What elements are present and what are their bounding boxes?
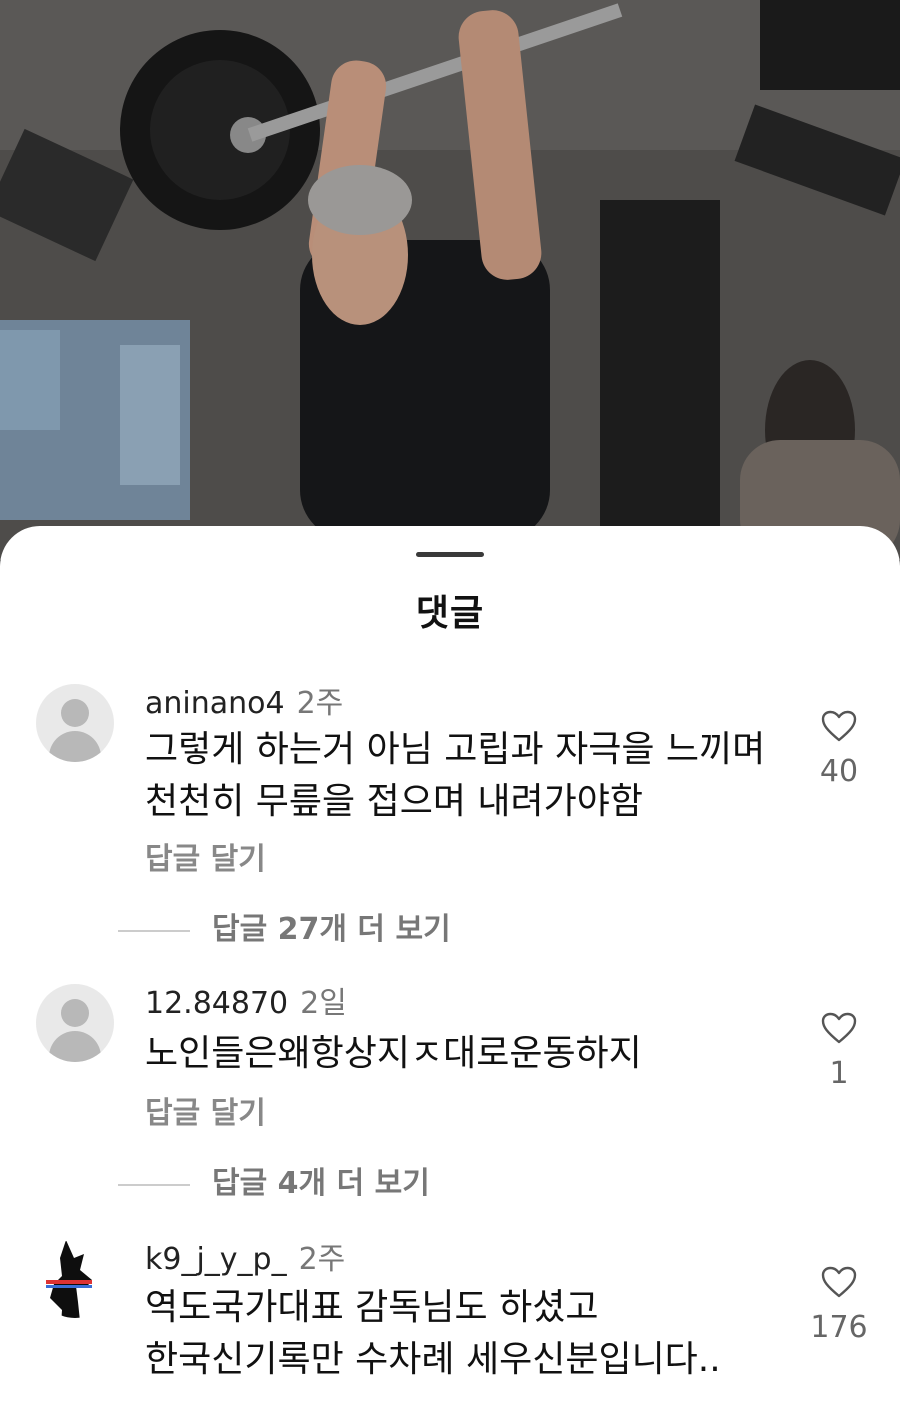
like-count: 40 bbox=[819, 754, 859, 789]
avatar[interactable] bbox=[36, 1240, 114, 1318]
post-photo bbox=[0, 0, 900, 560]
comment-line: 천천히 무릎을 접으며 내려가야함 bbox=[145, 781, 644, 822]
heart-icon bbox=[821, 710, 857, 742]
gym-photo-illustration bbox=[0, 0, 900, 560]
drag-handle[interactable] bbox=[416, 552, 484, 557]
heart-icon bbox=[821, 1266, 857, 1298]
avatar[interactable] bbox=[36, 984, 114, 1062]
comment-time: 2일 bbox=[300, 986, 347, 1021]
view-replies-button[interactable]: 답글 4개 더 보기 bbox=[118, 1158, 430, 1202]
comment-line: 한국신기록만 수차례 세우신분입니다.. bbox=[145, 1339, 721, 1380]
comment-text: 역도국가대표 감독님도 하셨고 한국신기록만 수차례 세우신분입니다.. bbox=[145, 1282, 721, 1386]
dog-silhouette-icon bbox=[46, 1240, 92, 1318]
comment-username[interactable]: k9_j_y_p_ 2주 bbox=[145, 1234, 345, 1278]
reply-button[interactable]: 답글 달기 bbox=[145, 834, 266, 878]
username[interactable]: 12.84870 bbox=[145, 986, 288, 1021]
like-count: 176 bbox=[810, 1310, 868, 1345]
comment-text: 그렇게 하는거 아님 고립과 자극을 느끼며 천천히 무릎을 접으며 내려가야함 bbox=[145, 724, 765, 828]
comment-line: 역도국가대표 감독님도 하셨고 bbox=[145, 1287, 599, 1328]
heart-icon bbox=[821, 1012, 857, 1044]
comment-time: 2주 bbox=[298, 1242, 346, 1277]
like-button[interactable]: 176 bbox=[808, 1266, 870, 1345]
comment-line: 그렇게 하는거 아님 고립과 자극을 느끼며 bbox=[145, 729, 766, 770]
divider bbox=[118, 1183, 190, 1186]
sheet-title: 댓글 bbox=[415, 593, 485, 634]
like-button[interactable]: 1 bbox=[808, 1012, 870, 1091]
username[interactable]: aninano4 bbox=[145, 686, 285, 721]
comment-text: 노인들은왜항상지ㅈ대로운동하지 bbox=[145, 1028, 642, 1080]
view-replies-button[interactable]: 답글 27개 더 보기 bbox=[118, 904, 451, 948]
comment-username[interactable]: aninano4 2주 bbox=[145, 678, 343, 722]
comment-line: 노인들은왜항상지ㅈ대로운동하지 bbox=[145, 1033, 642, 1074]
username[interactable]: k9_j_y_p_ bbox=[145, 1242, 287, 1277]
comments-sheet: 댓글 aninano4 2주 그렇게 하는거 아님 고립과 자극을 느끼며 천천히… bbox=[0, 526, 900, 1426]
view-replies-label: 답글 27개 더 보기 bbox=[212, 912, 451, 947]
comment-username[interactable]: 12.84870 2일 bbox=[145, 978, 347, 1022]
divider bbox=[118, 929, 190, 932]
view-replies-label: 답글 4개 더 보기 bbox=[212, 1166, 430, 1201]
reply-button[interactable]: 답글 달기 bbox=[145, 1088, 266, 1132]
comment-time: 2주 bbox=[296, 686, 344, 721]
like-button[interactable]: 40 bbox=[808, 710, 870, 789]
avatar[interactable] bbox=[36, 684, 114, 762]
like-count: 1 bbox=[829, 1056, 849, 1091]
